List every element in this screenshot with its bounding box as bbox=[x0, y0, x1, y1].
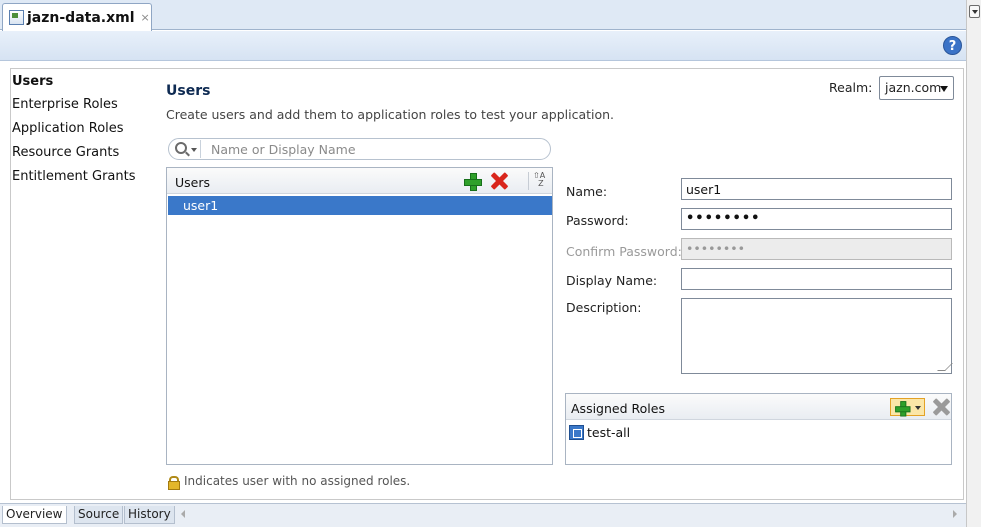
resize-handle-icon[interactable] bbox=[937, 363, 953, 371]
help-icon[interactable]: ? bbox=[943, 36, 962, 55]
file-tab-jazn-data[interactable]: jazn-data.xml × bbox=[2, 3, 152, 31]
sort-icon[interactable]: ⇧A Z bbox=[528, 172, 546, 190]
chevron-down-icon bbox=[915, 406, 921, 410]
password-field[interactable]: •••••••• bbox=[681, 208, 952, 230]
name-label: Name: bbox=[566, 184, 608, 199]
user-search-box bbox=[168, 138, 551, 160]
scroll-left-icon[interactable] bbox=[181, 510, 185, 518]
search-options-caret-icon[interactable] bbox=[191, 148, 197, 152]
remove-role-icon[interactable] bbox=[933, 399, 949, 415]
nav-item-entitlement-grants[interactable]: Entitlement Grants bbox=[12, 169, 136, 184]
nav-item-application-roles[interactable]: Application Roles bbox=[12, 121, 124, 136]
delete-user-icon[interactable] bbox=[491, 173, 507, 189]
chevron-down-icon bbox=[940, 86, 948, 92]
page-description: Create users and add them to application… bbox=[166, 107, 615, 122]
display-name-field[interactable] bbox=[681, 268, 952, 290]
assigned-roles-title: Assigned Roles bbox=[571, 401, 665, 416]
document-list-dropdown-icon[interactable] bbox=[969, 5, 980, 18]
search-icon[interactable] bbox=[175, 142, 187, 154]
realm-select[interactable]: jazn.com bbox=[879, 76, 954, 100]
name-field[interactable] bbox=[681, 178, 952, 200]
add-role-icon bbox=[895, 401, 911, 417]
xml-file-icon bbox=[9, 10, 24, 25]
confirm-password-field: •••••••• bbox=[681, 238, 952, 260]
role-icon bbox=[569, 425, 584, 440]
no-roles-hint: Indicates user with no assigned roles. bbox=[168, 474, 411, 490]
nav-item-enterprise-roles[interactable]: Enterprise Roles bbox=[12, 97, 118, 112]
realm-label: Realm: bbox=[829, 80, 873, 95]
users-list: Users ⇧A Z user1 bbox=[166, 167, 553, 465]
scroll-right-icon[interactable] bbox=[953, 510, 957, 518]
tab-source[interactable]: Source bbox=[74, 506, 124, 524]
display-name-label: Display Name: bbox=[566, 273, 658, 288]
no-roles-hint-text: Indicates user with no assigned roles. bbox=[184, 474, 411, 488]
confirm-password-label: Confirm Password: bbox=[566, 244, 682, 259]
editor-toolbar bbox=[0, 31, 966, 61]
assigned-roles-header: Assigned Roles bbox=[566, 394, 951, 420]
nav-item-users[interactable]: Users bbox=[12, 74, 53, 89]
role-label: test-all bbox=[587, 425, 631, 440]
close-tab-icon[interactable]: × bbox=[141, 11, 150, 24]
nav-item-resource-grants[interactable]: Resource Grants bbox=[12, 145, 119, 160]
add-role-button[interactable] bbox=[890, 398, 925, 417]
realm-selected-value: jazn.com bbox=[885, 80, 942, 95]
list-item[interactable]: user1 bbox=[168, 196, 552, 215]
tab-history[interactable]: History bbox=[124, 506, 175, 524]
file-tab-label: jazn-data.xml bbox=[27, 9, 135, 26]
page-title: Users bbox=[166, 83, 211, 99]
users-list-title: Users bbox=[175, 175, 211, 190]
password-label: Password: bbox=[566, 213, 629, 228]
lock-icon bbox=[168, 475, 180, 490]
add-user-icon[interactable] bbox=[464, 173, 482, 191]
users-list-header: Users ⇧A Z bbox=[167, 168, 552, 194]
right-scroll-gutter[interactable] bbox=[966, 0, 981, 527]
tab-overview[interactable]: Overview bbox=[2, 506, 67, 524]
search-input[interactable] bbox=[200, 140, 540, 158]
list-item[interactable]: test-all bbox=[569, 425, 630, 440]
description-textarea[interactable] bbox=[681, 298, 953, 374]
assigned-roles-list: Assigned Roles test-all bbox=[565, 393, 952, 465]
description-label: Description: bbox=[566, 300, 642, 315]
